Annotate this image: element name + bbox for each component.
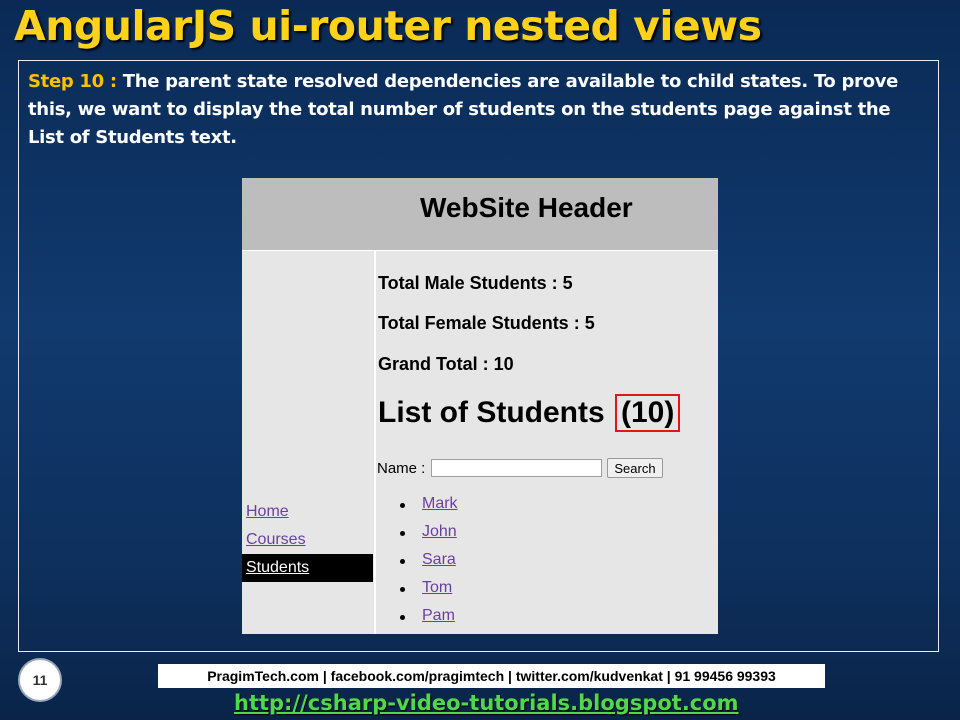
- demo-app-screenshot: WebSite Header Home Courses Students Tot…: [242, 178, 718, 634]
- website-header-text: WebSite Header: [420, 192, 633, 223]
- step-description: Step 10 : The parent state resolved depe…: [28, 68, 928, 152]
- nav-link-home[interactable]: Home: [246, 503, 289, 521]
- list-item: Pam: [399, 607, 458, 635]
- footer-url-link[interactable]: http://csharp-video-tutorials.blogspot.c…: [234, 691, 739, 715]
- students-content: Total Male Students : 5 Total Female Stu…: [377, 251, 718, 634]
- list-title-text: List of Students: [378, 396, 605, 429]
- student-link-tom[interactable]: Tom: [422, 579, 452, 596]
- website-header: WebSite Header: [242, 178, 718, 251]
- list-item: Tom: [399, 579, 458, 607]
- female-students-count: Total Female Students : 5: [378, 313, 595, 333]
- nav-link-courses[interactable]: Courses: [246, 531, 306, 549]
- step-label: Step 10 :: [28, 71, 117, 92]
- list-item: Mark: [399, 495, 458, 523]
- list-item: John: [399, 523, 458, 551]
- nav-link-students[interactable]: Students: [242, 554, 373, 582]
- search-button[interactable]: Search: [607, 458, 663, 478]
- search-input[interactable]: [431, 459, 603, 477]
- student-link-mark[interactable]: Mark: [422, 495, 458, 512]
- student-count-highlight: (10): [615, 394, 681, 432]
- grand-total: Grand Total : 10: [378, 354, 514, 374]
- search-row: Name : Search: [377, 458, 663, 478]
- student-link-pam[interactable]: Pam: [422, 607, 455, 624]
- student-link-sara[interactable]: Sara: [422, 551, 456, 568]
- nav-sidebar: Home Courses Students: [242, 251, 376, 634]
- slide-title: AngularJS ui-router nested views: [14, 2, 762, 50]
- male-students-count: Total Male Students : 5: [378, 273, 573, 293]
- student-link-john[interactable]: John: [422, 523, 457, 540]
- list-title: List of Students (10): [378, 394, 681, 432]
- search-label: Name :: [377, 459, 426, 477]
- footer-contacts: PragimTech.com | facebook.com/pragimtech…: [158, 664, 825, 688]
- list-item: Sara: [399, 551, 458, 579]
- step-text: The parent state resolved dependencies a…: [28, 71, 899, 148]
- student-list: Mark John Sara Tom Pam: [399, 495, 458, 635]
- page-number-badge: 11: [18, 658, 62, 702]
